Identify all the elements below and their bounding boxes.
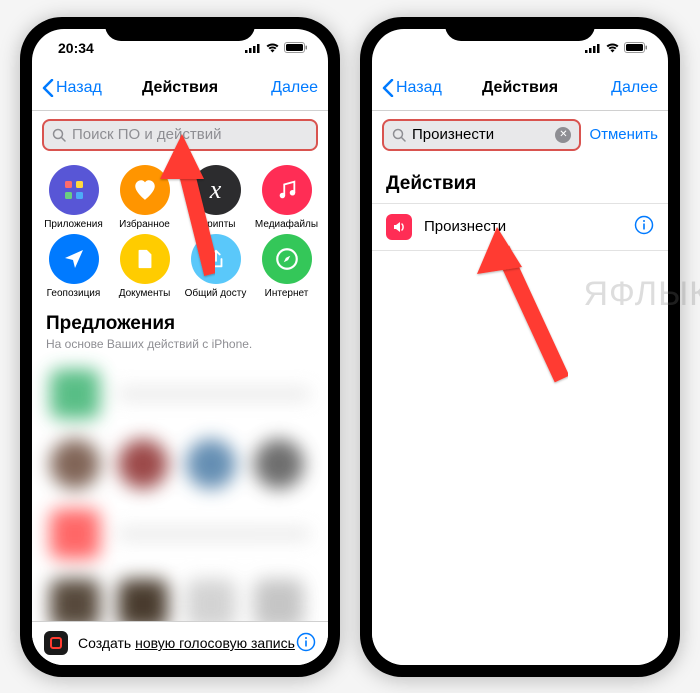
chevron-left-icon <box>382 79 394 97</box>
suggestions-subtitle: На основе Ваших действий с iPhone. <box>46 337 314 351</box>
category-documents[interactable]: Документы <box>111 234 179 299</box>
nav-bar: Назад Действия Далее <box>32 67 328 111</box>
category-location[interactable]: Геопозиция <box>40 234 108 299</box>
status-time <box>398 40 402 56</box>
nav-bar: Назад Действия Далее <box>372 67 668 111</box>
phone-left: 20:34 Назад Действия Далее Поиск ПО и де… <box>20 17 340 677</box>
screen-right: Назад Действия Далее Произнести ✕ Отмени… <box>372 29 668 665</box>
heart-icon <box>120 165 170 215</box>
notch <box>445 17 595 41</box>
status-time: 20:34 <box>58 40 94 56</box>
speak-icon <box>386 214 412 240</box>
search-input[interactable]: Произнести ✕ <box>382 119 581 151</box>
compass-icon <box>262 234 312 284</box>
back-label: Назад <box>396 79 442 97</box>
signal-icon <box>245 43 261 53</box>
signal-icon <box>585 43 601 53</box>
footer-action[interactable]: Создать новую голосовую запись <box>32 621 328 665</box>
battery-icon <box>624 42 648 53</box>
results-header: Действия <box>372 159 668 203</box>
category-scripts[interactable]: x Скрипты <box>182 165 250 230</box>
suggestions-header: Предложения На основе Ваших действий с i… <box>32 303 328 353</box>
script-icon: x <box>191 165 241 215</box>
chevron-left-icon <box>42 79 54 97</box>
share-icon <box>191 234 241 284</box>
voice-memo-icon <box>44 631 68 655</box>
result-label: Произнести <box>424 218 506 235</box>
category-grid: Приложения Избранное x Скрипты Медиафайл… <box>32 159 328 299</box>
category-apps[interactable]: Приложения <box>40 165 108 230</box>
footer-text: Создать новую голосовую запись <box>78 635 295 651</box>
status-indicators <box>245 42 308 53</box>
doc-icon <box>120 234 170 284</box>
wifi-icon <box>605 42 620 53</box>
search-input[interactable]: Поиск ПО и действий <box>42 119 318 151</box>
send-icon <box>49 234 99 284</box>
phone-right: Назад Действия Далее Произнести ✕ Отмени… <box>360 17 680 677</box>
blurred-suggestions <box>32 359 328 599</box>
search-placeholder: Поиск ПО и действий <box>72 126 221 143</box>
result-item-speak[interactable]: Произнести <box>372 203 668 251</box>
clear-icon[interactable]: ✕ <box>555 127 571 143</box>
category-media[interactable]: Медиафайлы <box>253 165 321 230</box>
content-left: Приложения Избранное x Скрипты Медиафайл… <box>32 159 328 665</box>
search-icon <box>392 128 406 142</box>
notch <box>105 17 255 41</box>
suggestions-title: Предложения <box>46 313 314 335</box>
back-button[interactable]: Назад <box>42 79 102 97</box>
wifi-icon <box>265 42 280 53</box>
search-row: Поиск ПО и действий <box>32 111 328 159</box>
info-icon[interactable] <box>634 215 654 239</box>
next-button[interactable]: Далее <box>271 79 318 97</box>
search-row: Произнести ✕ Отменить <box>372 111 668 159</box>
back-button[interactable]: Назад <box>382 79 442 97</box>
back-label: Назад <box>56 79 102 97</box>
info-icon[interactable] <box>296 632 316 655</box>
next-button[interactable]: Далее <box>611 79 658 97</box>
category-sharing[interactable]: Общий досту <box>182 234 250 299</box>
apps-icon <box>49 165 99 215</box>
search-icon <box>52 128 66 142</box>
category-favorites[interactable]: Избранное <box>111 165 179 230</box>
music-icon <box>262 165 312 215</box>
content-right: Действия Произнести <box>372 159 668 665</box>
search-value: Произнести <box>412 126 494 143</box>
battery-icon <box>284 42 308 53</box>
screen-left: 20:34 Назад Действия Далее Поиск ПО и де… <box>32 29 328 665</box>
cancel-button[interactable]: Отменить <box>589 126 658 143</box>
category-internet[interactable]: Интернет <box>253 234 321 299</box>
status-indicators <box>585 42 648 53</box>
